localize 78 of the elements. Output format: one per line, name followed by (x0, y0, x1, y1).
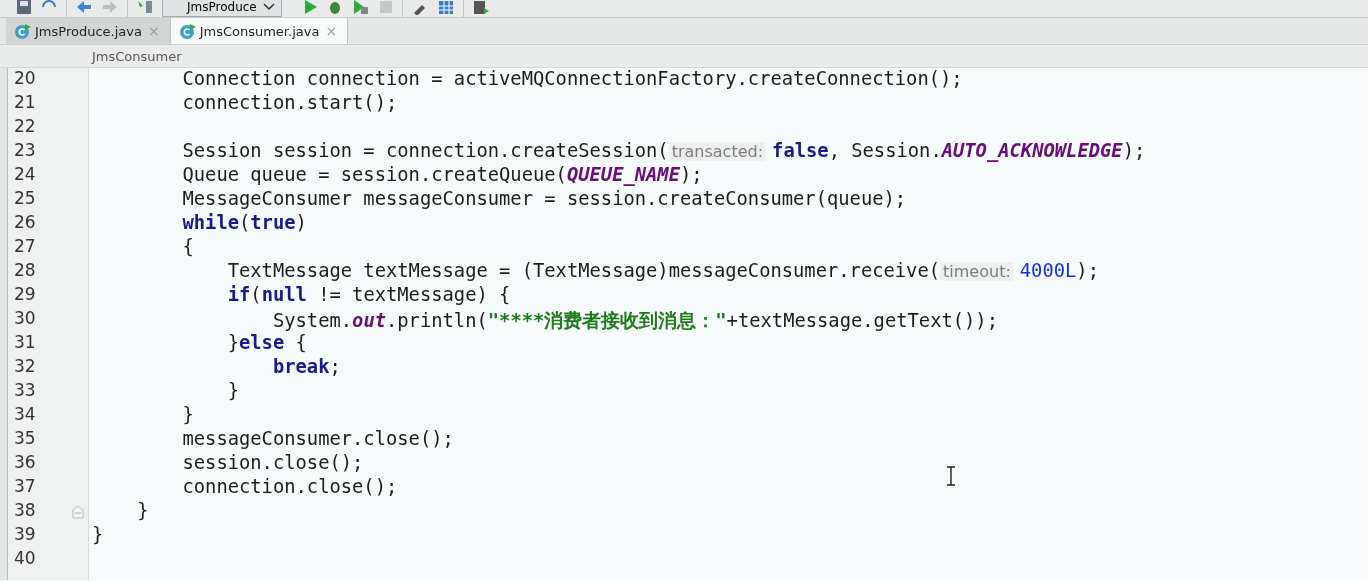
line-number: 31 (13, 332, 37, 354)
line-number: 36 (13, 452, 37, 474)
class-icon (14, 22, 32, 40)
code-text: Connection connection = activeMQConnectionFactory.createConnection(); (181, 68, 963, 89)
save-icon[interactable] (16, 0, 32, 15)
constant-name: out (352, 310, 386, 331)
parameter-hint: timeout: (940, 262, 1014, 281)
code-text: +textMessage.getText()); (726, 310, 998, 331)
line-number: 29 (13, 284, 37, 306)
line-number: 20 (13, 68, 37, 90)
code-text: { (294, 332, 307, 353)
code-text: System. (271, 310, 353, 331)
code-text: ( (250, 284, 262, 305)
code-text: } (92, 524, 104, 545)
line-number: 40 (13, 548, 37, 570)
line-number: 33 (13, 380, 37, 402)
keyword: false (772, 140, 829, 161)
line-number: 37 (13, 476, 37, 498)
code-text: } (226, 380, 239, 401)
code-text: connection.start(); (181, 92, 398, 113)
code-text: messageConsumer.close(); (181, 428, 454, 449)
line-number: 27 (13, 236, 37, 258)
line-number: 38 (13, 500, 37, 522)
line-number: 24 (13, 164, 37, 186)
tab-label: JmsProduce.java (35, 23, 142, 39)
code-text: session.close(); (181, 452, 364, 473)
code-text: } (226, 332, 239, 353)
code-text: } (181, 404, 194, 425)
keyword: true (250, 212, 296, 233)
code-text: ); (1122, 140, 1146, 161)
constant-name: AUTO_ACKNOWLEDGE (941, 140, 1123, 161)
code-text: } (136, 500, 149, 521)
line-number: 21 (13, 92, 37, 114)
keyword: while (181, 212, 239, 233)
line-number: 25 (13, 188, 37, 210)
keyword: break (271, 356, 330, 377)
string-literal: "****消费者接收到消息：" (487, 310, 727, 331)
code-text: MessageConsumer messageConsumer = session.createConsumer(queue); (181, 188, 907, 209)
code-text: ( (239, 212, 251, 233)
fold-icon[interactable] (72, 505, 84, 519)
run-config-dropdown[interactable]: JmsProduce (162, 0, 282, 17)
line-number: 34 (13, 404, 37, 426)
code-text: { (181, 236, 194, 257)
parameter-hint: transacted: (668, 142, 767, 161)
constant-name: QUEUE_NAME (566, 164, 680, 185)
code-text: , Session. (828, 140, 942, 161)
line-number: 26 (13, 212, 37, 234)
keyword: else (239, 332, 285, 353)
keyword: null (261, 284, 307, 305)
text-cursor-icon (946, 466, 956, 486)
code-text: connection.close(); (181, 476, 398, 497)
editor-tab[interactable]: JmsConsumer.java × (170, 18, 349, 44)
code-text: TextMessage textMessage = (TextMessage)messageConsumer.receive( (226, 260, 941, 281)
code-text: .println( (386, 310, 488, 331)
keyword: if (226, 284, 251, 305)
class-icon (178, 22, 197, 40)
breadcrumb[interactable]: JmsConsumer (92, 48, 182, 64)
line-number: 39 (13, 524, 37, 546)
editor-tab[interactable]: JmsProduce.java × (6, 18, 171, 44)
tab-label: JmsConsumer.java (199, 23, 320, 39)
line-number: 22 (13, 116, 37, 138)
grid-icon[interactable] (436, 0, 455, 15)
code-text: ); (680, 164, 703, 185)
number-literal: 4000L (1019, 260, 1077, 281)
code-text: Queue queue = session.createQueue( (181, 164, 567, 185)
line-number: 28 (13, 260, 37, 282)
code-text: ); (1076, 260, 1099, 281)
line-number: 30 (13, 308, 37, 330)
coverage-icon[interactable] (351, 0, 370, 15)
code-text: Session session = connection.createSession( (181, 140, 669, 161)
code-text: ; (329, 356, 341, 377)
code-text: ) (295, 212, 307, 233)
line-number: 32 (13, 356, 37, 378)
code-text: != textMessage) { (317, 284, 511, 305)
caret-icon (262, 2, 275, 12)
line-number: 23 (13, 140, 37, 162)
line-number: 35 (13, 428, 37, 450)
back-arrow-icon[interactable] (75, 0, 93, 15)
